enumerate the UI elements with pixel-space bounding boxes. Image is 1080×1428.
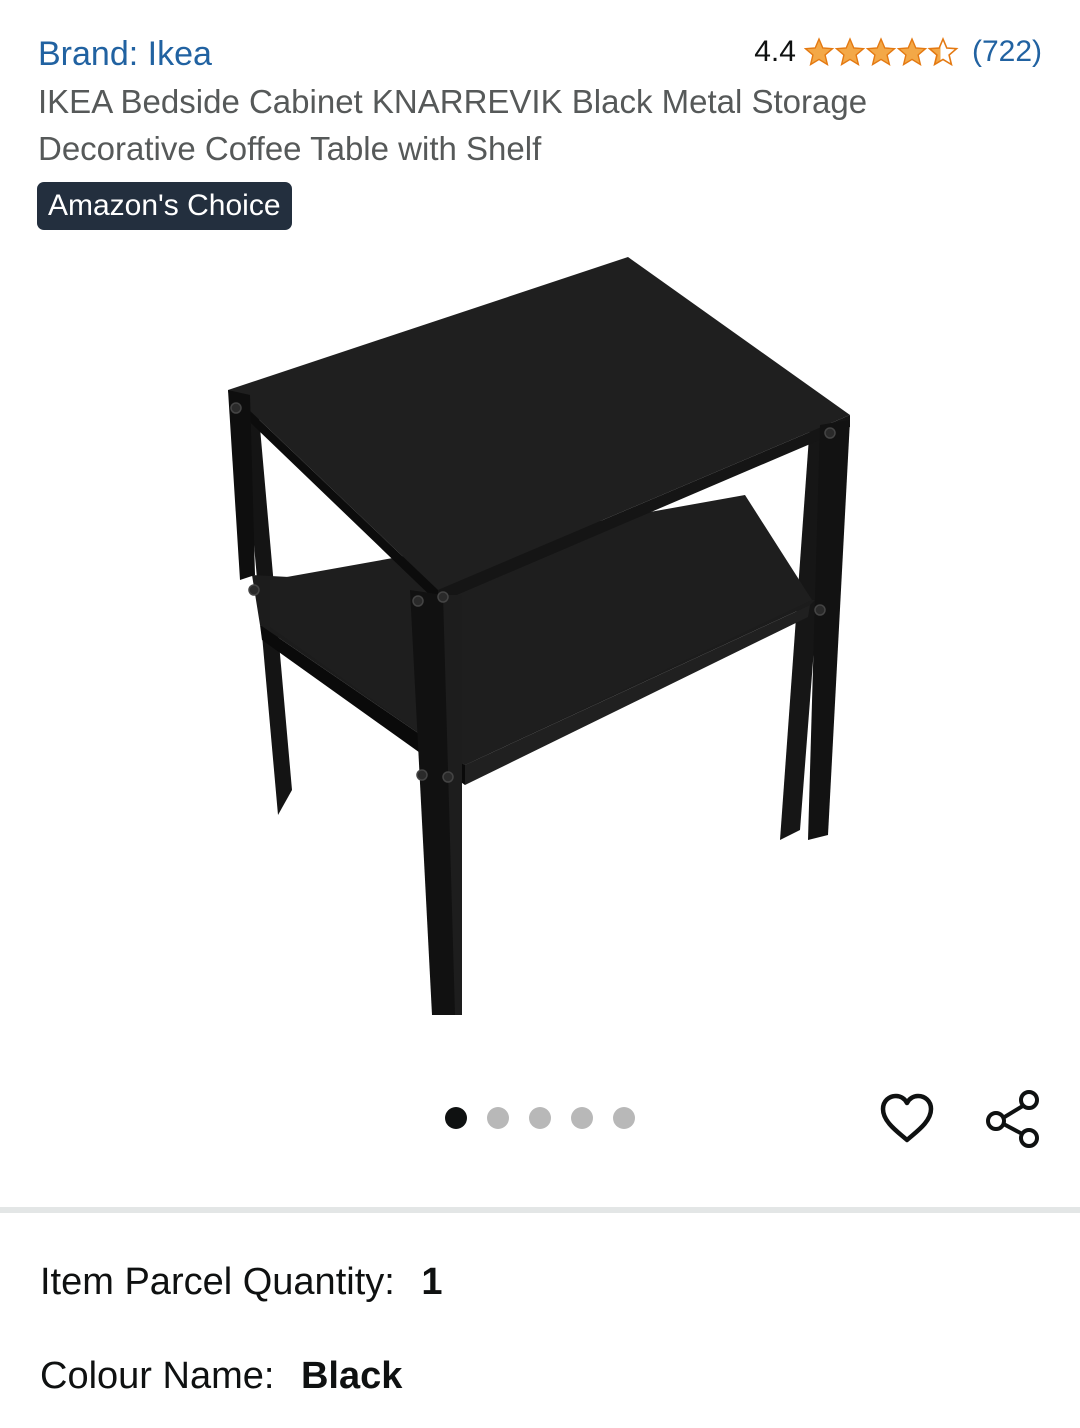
product-image[interactable] — [200, 245, 880, 1035]
colour-name-value: Black — [300, 1355, 403, 1397]
colour-name-label: Colour Name: — [40, 1355, 275, 1397]
item-parcel-quantity-row: Item Parcel Quantity: 1 — [40, 1258, 443, 1306]
star-rating — [804, 36, 960, 68]
rating-value: 4.4 — [754, 35, 796, 68]
item-parcel-quantity-label: Item Parcel Quantity: — [40, 1261, 395, 1303]
carousel-dot-5[interactable] — [613, 1107, 635, 1129]
bedside-table-illustration — [228, 257, 850, 1015]
add-to-wishlist-button[interactable] — [878, 1090, 936, 1148]
star-icon — [866, 38, 896, 66]
image-carousel-indicator — [445, 1107, 635, 1129]
section-divider — [0, 1207, 1080, 1213]
rating-count-link[interactable]: (722) — [972, 35, 1042, 69]
star-rating-icon — [804, 38, 958, 66]
heart-outline-icon — [880, 1093, 934, 1143]
star-icon — [804, 38, 834, 66]
share-icon — [986, 1090, 1039, 1148]
brand-link[interactable]: Brand: Ikea — [38, 32, 212, 76]
header-row: Brand: Ikea 4.4 (722) — [38, 30, 1042, 76]
half-star-icon — [928, 38, 958, 66]
carousel-dot-3[interactable] — [529, 1107, 551, 1129]
star-icon — [835, 38, 865, 66]
rating-summary[interactable]: 4.4 (722) — [754, 30, 1042, 74]
item-parcel-quantity-value: 1 — [421, 1261, 443, 1303]
amazons-choice-badge[interactable]: Amazon's Choice — [37, 182, 292, 230]
product-title: IKEA Bedside Cabinet KNARREVIK Black Met… — [38, 83, 868, 167]
carousel-dot-1[interactable] — [445, 1107, 467, 1129]
colour-name-row: Colour Name: Black — [40, 1352, 402, 1400]
carousel-dot-2[interactable] — [487, 1107, 509, 1129]
star-icon — [897, 38, 927, 66]
carousel-dot-4[interactable] — [571, 1107, 593, 1129]
share-button[interactable] — [982, 1088, 1044, 1150]
